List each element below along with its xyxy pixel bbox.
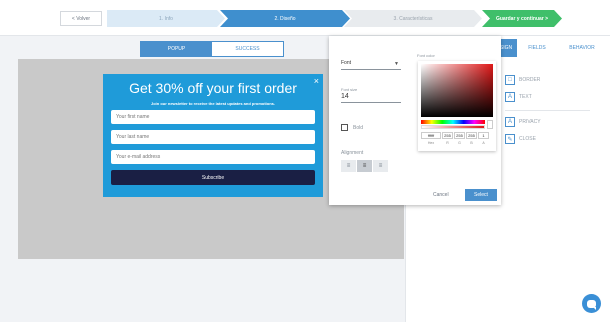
- align-right-icon[interactable]: ≡: [373, 160, 388, 172]
- alignment-group: ≡ ≡ ≡: [341, 160, 389, 172]
- email-field[interactable]: Your e-mail address: [111, 150, 315, 164]
- cancel-button[interactable]: Cancel: [433, 192, 449, 198]
- alignment-label: Alignment: [341, 150, 364, 156]
- select-button[interactable]: Select: [465, 189, 497, 201]
- text-a-icon: A: [505, 117, 515, 127]
- close-label: CLOSE: [519, 136, 536, 142]
- chevron-down-icon: ▼: [394, 61, 399, 67]
- privacy-label: PRIVACY: [519, 119, 541, 125]
- bold-checkbox[interactable]: Bold: [341, 124, 363, 131]
- eyedropper-icon: ✎: [505, 134, 515, 144]
- color-preview: [487, 120, 493, 129]
- b-label: B: [470, 141, 473, 145]
- font-select-label: Font: [341, 60, 352, 66]
- color-inputs: ffffff 255 255 255 1: [421, 132, 490, 139]
- popup-title[interactable]: Get 30% off your first order: [103, 80, 323, 96]
- save-continue-button[interactable]: Guardar y continuar >: [482, 10, 562, 27]
- success-tab[interactable]: SUCCESS: [212, 42, 283, 56]
- align-center-icon[interactable]: ≡: [357, 160, 372, 172]
- r-input[interactable]: 255: [442, 132, 453, 139]
- a-label: A: [482, 141, 485, 145]
- font-size-input[interactable]: 14: [341, 93, 401, 103]
- popup-tab[interactable]: POPUP: [141, 42, 212, 56]
- text-option[interactable]: A TEXT: [505, 92, 532, 102]
- bold-label: Bold: [353, 124, 364, 131]
- hue-slider[interactable]: [421, 120, 485, 124]
- border-label: BORDER: [519, 77, 541, 83]
- panel-tabs: SIGN FIELDS BEHAVIOR: [495, 39, 610, 57]
- color-picker: ffffff 255 255 255 1 Hex R G B A: [418, 61, 496, 151]
- align-left-icon[interactable]: ≡: [341, 160, 356, 172]
- divider: [505, 110, 590, 111]
- font-color-label: Font color: [417, 53, 435, 58]
- tab-fields[interactable]: FIELDS: [517, 39, 557, 57]
- g-input[interactable]: 255: [454, 132, 465, 139]
- step-info[interactable]: 1. Info: [107, 10, 225, 27]
- b-input[interactable]: 255: [466, 132, 477, 139]
- g-label: G: [458, 141, 461, 145]
- text-a-icon: A: [505, 92, 515, 102]
- hex-input[interactable]: ffffff: [421, 132, 441, 139]
- subscribe-button[interactable]: Subscribe: [111, 170, 315, 185]
- hex-label: Hex: [427, 141, 435, 145]
- font-size-label: Font size: [341, 87, 358, 92]
- saturation-square[interactable]: [421, 64, 493, 117]
- font-select[interactable]: Font ▼: [341, 60, 401, 70]
- a-input[interactable]: 1: [478, 132, 489, 139]
- color-input-labels: Hex R G B A: [421, 141, 490, 145]
- preview-toggle: POPUP SUCCESS: [140, 41, 284, 57]
- step-features[interactable]: 3. Características: [344, 10, 482, 27]
- r-label: R: [446, 141, 449, 145]
- last-name-field[interactable]: Your last name: [111, 130, 315, 144]
- alpha-slider[interactable]: [421, 125, 485, 129]
- text-label: TEXT: [519, 94, 532, 100]
- popup-subtitle[interactable]: Join our newsletter to receive the lates…: [103, 101, 323, 106]
- border-option[interactable]: □ BORDER: [505, 75, 540, 85]
- tab-behavior[interactable]: BEHAVIOR: [557, 39, 607, 57]
- chat-icon: [587, 299, 596, 310]
- checkbox-icon: [341, 124, 348, 131]
- close-option[interactable]: ✎ CLOSE: [505, 134, 536, 144]
- square-icon: □: [505, 75, 515, 85]
- back-button[interactable]: < Volver: [60, 11, 102, 26]
- first-name-field[interactable]: Your first name: [111, 110, 315, 124]
- chat-button[interactable]: [582, 294, 601, 313]
- newsletter-popup[interactable]: × Get 30% off your first order Join our …: [103, 74, 323, 197]
- privacy-option[interactable]: A PRIVACY: [505, 117, 541, 127]
- step-design[interactable]: 2. Diseño: [220, 10, 350, 27]
- wizard-header: < Volver 1. Info 2. Diseño 3. Caracterís…: [0, 0, 610, 36]
